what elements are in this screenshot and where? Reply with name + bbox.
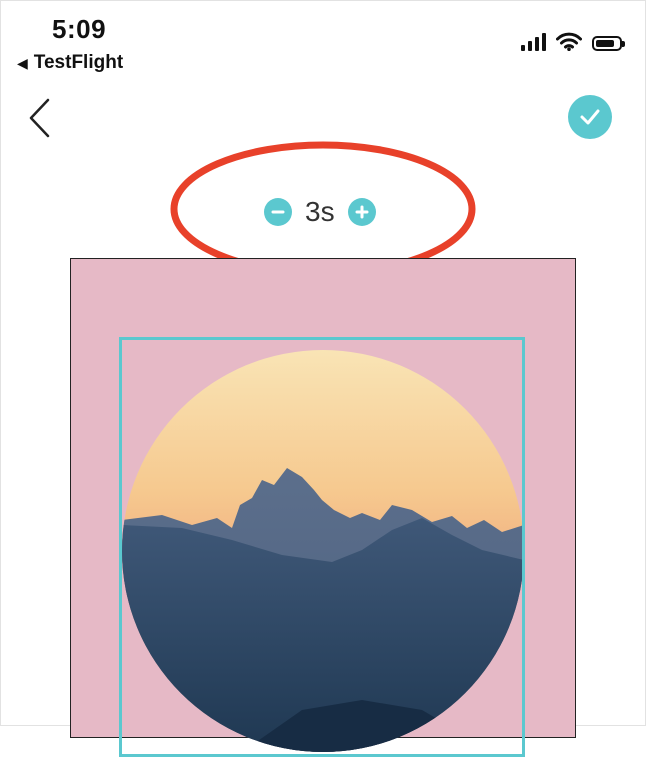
editor-canvas[interactable] — [70, 258, 576, 757]
increase-duration-button[interactable] — [347, 198, 376, 226]
cellular-signal-icon — [521, 33, 546, 51]
decrease-duration-button[interactable] — [264, 198, 292, 226]
status-icons — [521, 32, 625, 51]
confirm-button[interactable] — [568, 95, 612, 139]
wifi-icon — [556, 32, 582, 51]
back-button[interactable] — [26, 96, 56, 140]
back-triangle-icon: ◀ — [17, 54, 28, 71]
chevron-left-icon — [29, 98, 50, 138]
battery-icon — [592, 36, 625, 51]
back-app-label: TestFlight — [33, 52, 124, 73]
duration-control: 3s — [264, 197, 376, 227]
crop-selection-frame[interactable] — [119, 337, 525, 757]
status-time: 5:09 — [52, 14, 107, 44]
minus-icon — [271, 210, 285, 214]
back-to-app-link[interactable]: ◀ TestFlight — [17, 52, 123, 74]
duration-value: 3s — [305, 196, 335, 227]
plus-icon — [355, 205, 369, 219]
checkmark-icon — [580, 109, 600, 125]
